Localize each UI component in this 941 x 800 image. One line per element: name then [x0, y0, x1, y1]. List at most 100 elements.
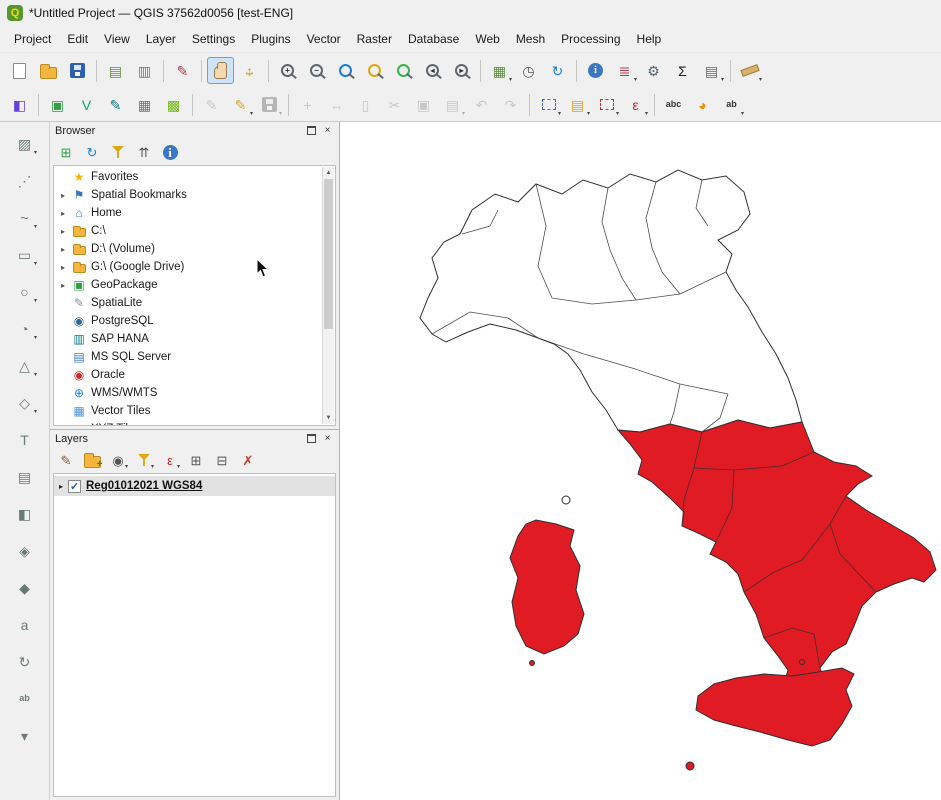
delete-selected-icon[interactable]: ▯ — [352, 91, 379, 118]
menu-processing[interactable]: Processing — [553, 29, 628, 49]
remove-layer-icon[interactable]: ✗ — [237, 449, 259, 471]
style-manager-icon[interactable]: ✎ — [169, 57, 196, 84]
undock-layers-icon[interactable] — [305, 432, 318, 445]
add-selected-layers-icon[interactable]: ⊞ — [55, 141, 77, 163]
browser-item-g-google-drive[interactable]: ▸G:\ (Google Drive) — [54, 258, 322, 276]
close-layers-icon[interactable]: × — [321, 432, 334, 445]
select-by-expression-icon[interactable]: ε▾ — [622, 91, 649, 118]
menu-raster[interactable]: Raster — [349, 29, 400, 49]
menu-help[interactable]: Help — [629, 29, 670, 49]
pan-map-icon[interactable] — [207, 57, 234, 84]
data-source-manager-icon[interactable]: ◧ — [6, 91, 33, 118]
scrollbar-thumb[interactable] — [324, 179, 333, 329]
zoom-to-layer-icon[interactable] — [390, 57, 417, 84]
move-label-icon[interactable]: a — [11, 611, 38, 638]
digitize-regular-polygon-icon[interactable]: ◇▾ — [11, 389, 38, 416]
menu-edit[interactable]: Edit — [59, 29, 96, 49]
browser-item-oracle[interactable]: ◉Oracle — [54, 366, 322, 384]
browser-scrollbar[interactable]: ▲ ▼ — [322, 167, 334, 424]
statistical-summary-icon[interactable]: Σ — [669, 57, 696, 84]
browser-item-wms-wmts[interactable]: ⊕WMS/WMTS — [54, 384, 322, 402]
layer-labeling-icon[interactable]: abc — [660, 91, 687, 118]
map-canvas[interactable] — [340, 122, 941, 800]
form-annotation-icon[interactable]: ▤ — [11, 463, 38, 490]
menu-settings[interactable]: Settings — [184, 29, 243, 49]
digitize-ellipse-icon[interactable]: ◔▾ — [11, 315, 38, 342]
scroll-down-icon[interactable]: ▼ — [323, 412, 334, 424]
select-features-icon[interactable]: ▾ — [535, 91, 562, 118]
digitize-curve-icon[interactable]: ~▾ — [11, 204, 38, 231]
toggle-editing-icon[interactable]: ✎ — [198, 91, 225, 118]
cut-features-icon[interactable]: ✂ — [381, 91, 408, 118]
refresh-browser-icon[interactable]: ↻ — [81, 141, 103, 163]
temporal-controller-icon[interactable]: ◷ — [515, 57, 542, 84]
paste-features-icon[interactable]: ▤▾ — [439, 91, 466, 118]
copy-features-icon[interactable]: ▣ — [410, 91, 437, 118]
new-mesh-layer-icon[interactable]: ▩ — [160, 91, 187, 118]
new-project-icon[interactable] — [6, 57, 33, 84]
select-by-value-icon[interactable]: ▤▾ — [564, 91, 591, 118]
deselect-features-icon[interactable]: ▾ — [593, 91, 620, 118]
pin-labels-tool-icon[interactable]: ◆ — [11, 574, 38, 601]
measure-icon[interactable]: ▾ — [736, 57, 763, 84]
pin-labels-icon[interactable]: ab▾ — [718, 91, 745, 118]
scrollbar-track[interactable] — [323, 329, 334, 412]
move-feature-icon[interactable]: ↔ — [323, 91, 350, 118]
digitize-polygon-icon[interactable]: △▾ — [11, 352, 38, 379]
undo-icon[interactable]: ↶ — [468, 91, 495, 118]
menu-layer[interactable]: Layer — [138, 29, 184, 49]
digitize-circle-icon[interactable]: ○▾ — [11, 278, 38, 305]
expand-arrow-icon[interactable]: ▸ — [54, 482, 68, 491]
browser-item-spatialite[interactable]: ✎SpatiaLite — [54, 294, 322, 312]
properties-widget-icon[interactable]: i — [159, 141, 181, 163]
menu-project[interactable]: Project — [6, 29, 59, 49]
collapse-all-icon[interactable]: ⇈ — [133, 141, 155, 163]
zoom-in-icon[interactable]: + — [274, 57, 301, 84]
browser-item-favorites[interactable]: ★Favorites — [54, 168, 322, 186]
add-group-icon[interactable]: + — [81, 449, 103, 471]
html-annotation-icon[interactable]: ◧ — [11, 500, 38, 527]
new-spatialite-layer-icon[interactable]: ✎ — [102, 91, 129, 118]
undock-browser-icon[interactable] — [305, 124, 318, 137]
expand-all-icon[interactable]: ⊞ — [185, 449, 207, 471]
menu-mesh[interactable]: Mesh — [508, 29, 553, 49]
expand-arrow-icon[interactable]: ▸ — [56, 245, 70, 254]
text-annotation-icon[interactable]: T — [11, 426, 38, 453]
identify-features-icon[interactable]: i — [582, 57, 609, 84]
zoom-to-selection-icon[interactable] — [361, 57, 388, 84]
processing-toolbox-icon[interactable]: ⚙ — [640, 57, 667, 84]
new-shapefile-layer-icon[interactable]: V — [73, 91, 100, 118]
manage-map-themes-icon[interactable]: ◉▾ — [107, 449, 129, 471]
zoom-last-icon[interactable]: ◂ — [419, 57, 446, 84]
expand-arrow-icon[interactable]: ▸ — [56, 227, 70, 236]
browser-item-vector-tiles[interactable]: ▦Vector Tiles — [54, 402, 322, 420]
browser-item-ms-sql-server[interactable]: ▤MS SQL Server — [54, 348, 322, 366]
add-feature-icon[interactable]: + — [294, 91, 321, 118]
browser-item-xyz-tiles[interactable]: ▦XYZ Tiles — [54, 420, 322, 426]
expand-arrow-icon[interactable]: ▸ — [56, 191, 70, 200]
redo-icon[interactable]: ↷ — [497, 91, 524, 118]
browser-item-spatial-bookmarks[interactable]: ▸⚑Spatial Bookmarks — [54, 186, 322, 204]
toolbar-extension-icon[interactable]: ▾ — [11, 722, 38, 749]
menu-plugins[interactable]: Plugins — [243, 29, 298, 49]
pan-to-selection-icon[interactable] — [236, 57, 263, 84]
collapse-all-layers-icon[interactable]: ⊟ — [211, 449, 233, 471]
new-geopackage-layer-icon[interactable]: ▣ — [44, 91, 71, 118]
change-label-icon[interactable]: ab — [11, 685, 38, 712]
expand-arrow-icon[interactable]: ▸ — [56, 263, 70, 272]
filter-legend-icon[interactable]: ▾ — [133, 449, 155, 471]
filter-by-expression-icon[interactable]: ε▾ — [159, 449, 181, 471]
attribute-table-icon[interactable]: ▤▾ — [698, 57, 725, 84]
vertex-tool-icon[interactable]: ▨▾ — [11, 130, 38, 157]
run-feature-action-icon[interactable]: ≣▾ — [611, 57, 638, 84]
layer-item[interactable]: ▸✓Reg01012021 WGS84 — [54, 476, 335, 496]
zoom-out-icon[interactable]: − — [303, 57, 330, 84]
filter-browser-icon[interactable] — [107, 141, 129, 163]
save-edits-icon[interactable]: ▾ — [256, 91, 283, 118]
rotate-label-icon[interactable]: ↻ — [11, 648, 38, 675]
browser-item-geopackage[interactable]: ▸▣GeoPackage — [54, 276, 322, 294]
browser-item-c[interactable]: ▸C:\ — [54, 222, 322, 240]
save-project-icon[interactable] — [64, 57, 91, 84]
layer-diagram-icon[interactable]: ◕ — [689, 91, 716, 118]
current-edits-icon[interactable]: ✎▾ — [227, 91, 254, 118]
